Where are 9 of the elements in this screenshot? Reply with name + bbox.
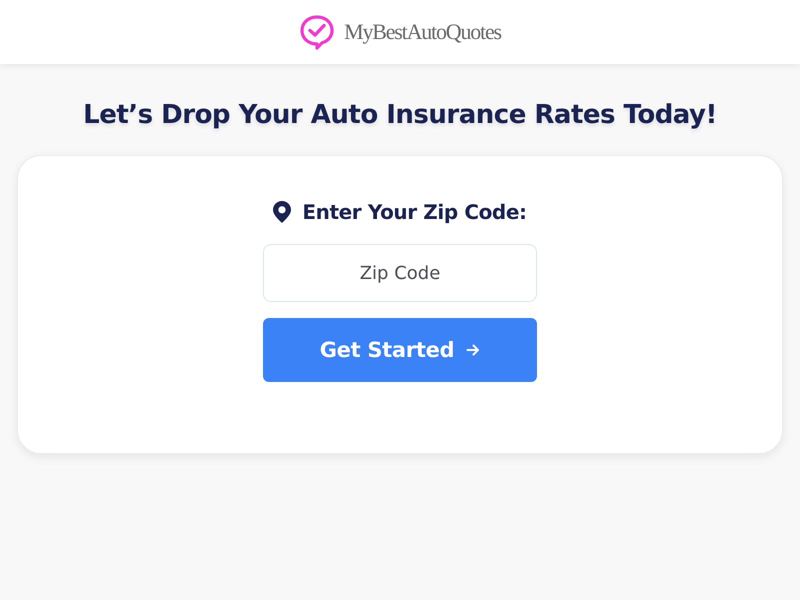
get-started-button[interactable]: Get Started [263, 318, 537, 382]
map-pin-icon [273, 201, 292, 223]
zip-code-label: Enter Your Zip Code: [302, 200, 527, 224]
page-headline: Let’s Drop Your Auto Insurance Rates Today! [83, 99, 717, 132]
logo-text: MyBestAutoQuotes [344, 18, 501, 46]
chat-bubble-check-icon [299, 14, 336, 50]
arrow-right-icon [466, 343, 480, 357]
logo-link[interactable]: MyBestAutoQuotes [297, 14, 503, 50]
zip-code-field[interactable]: Zip Code [263, 244, 537, 302]
